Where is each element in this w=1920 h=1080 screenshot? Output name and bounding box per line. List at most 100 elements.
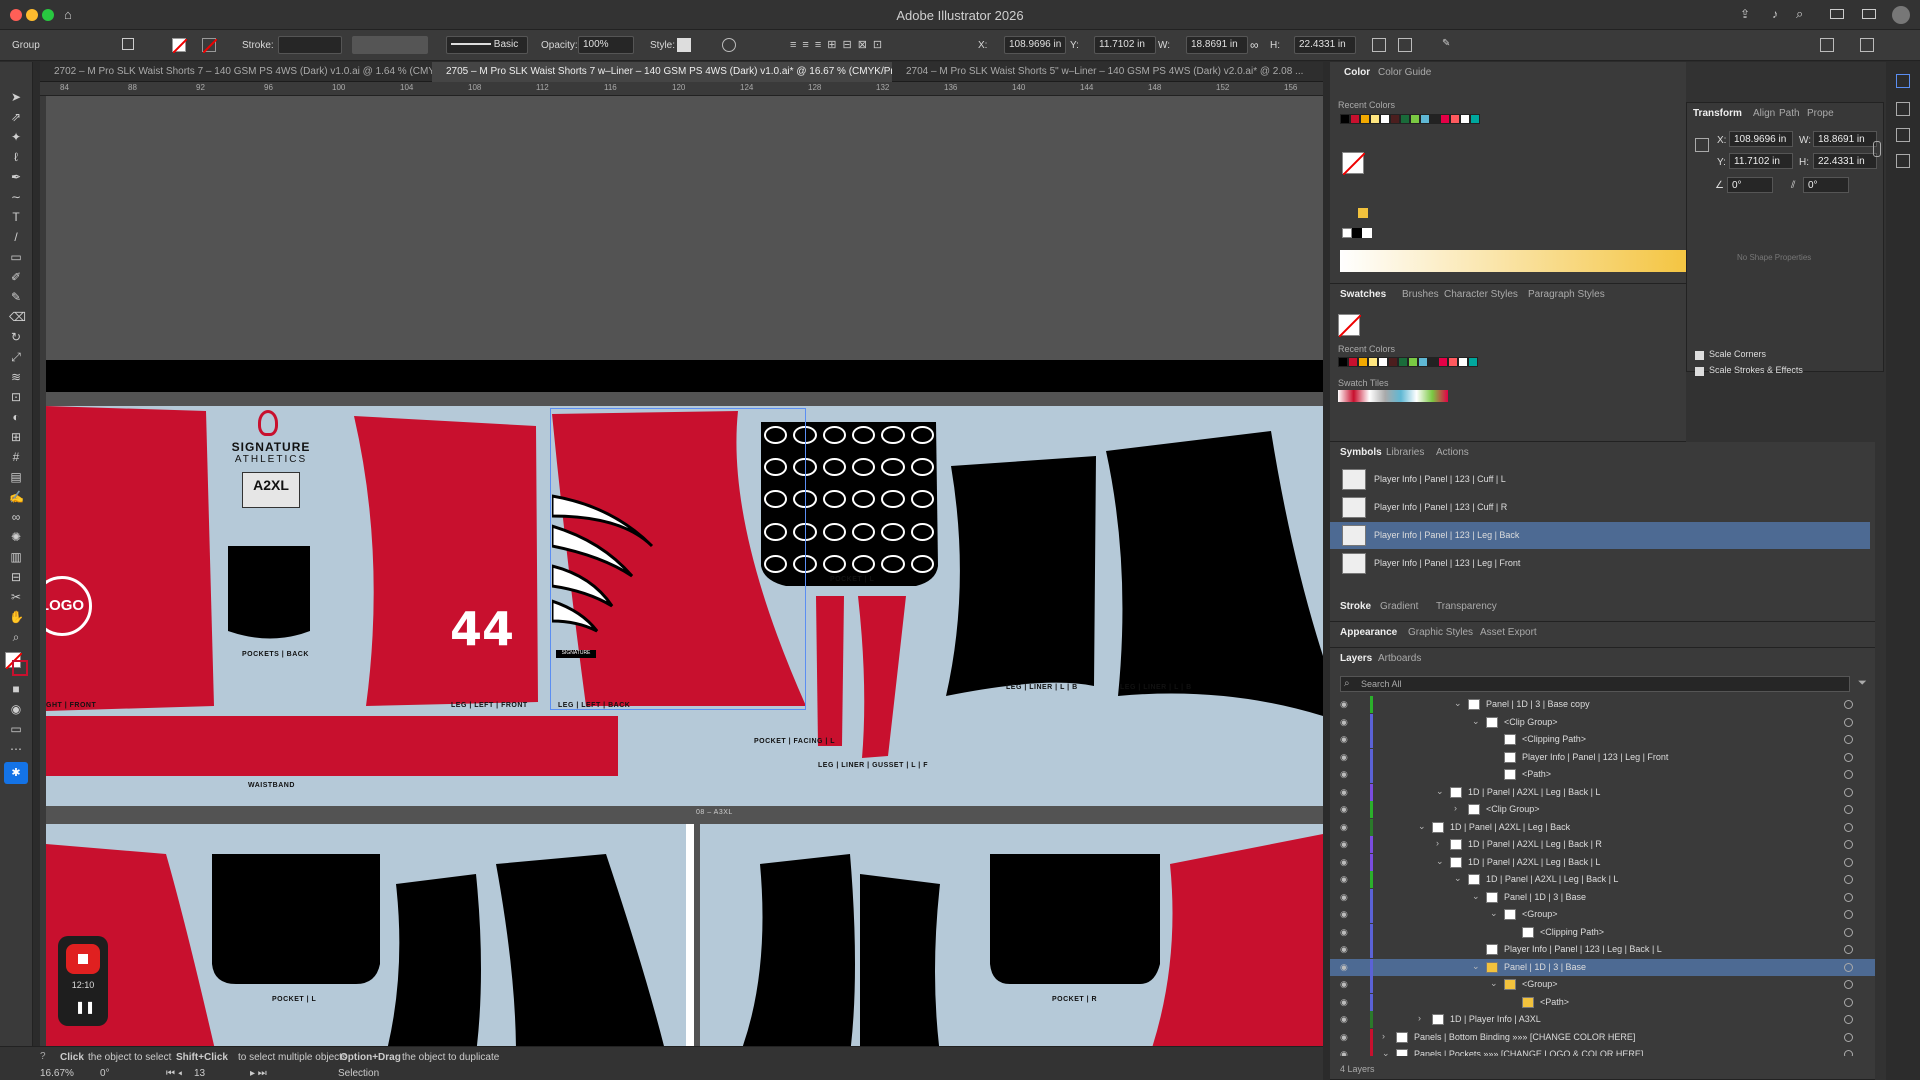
stroke-swatch[interactable] xyxy=(202,38,218,54)
tab-actions[interactable]: Actions xyxy=(1436,447,1469,458)
free-transform-tool-icon[interactable]: ⊡ xyxy=(9,390,23,404)
tab-swatches[interactable]: Swatches xyxy=(1340,289,1386,300)
eraser-tool-icon[interactable]: ⌫ xyxy=(9,310,26,324)
filter-icon[interactable]: ⏷ xyxy=(1858,677,1867,690)
w-input[interactable]: 18.8691 in xyxy=(1186,36,1248,54)
transform-x-input[interactable]: 108.9696 in xyxy=(1729,131,1793,147)
artboard-canvas[interactable]: SIGNATURE ATHLETICS A2XL LOGO 44 SIGNATU… xyxy=(46,96,1323,1046)
rotation-value[interactable]: 0° xyxy=(100,1068,110,1079)
layer-row[interactable]: ◉ ⌄ <Group> xyxy=(1330,906,1875,923)
symbol-item[interactable]: Player Info | Panel | 123 | Cuff | R xyxy=(1330,494,1670,521)
magic-wand-tool-icon[interactable]: ✦ xyxy=(9,130,23,144)
color-swatch[interactable] xyxy=(1440,114,1450,124)
target-icon[interactable] xyxy=(1844,1050,1853,1056)
symbol-item-selected[interactable]: Player Info | Panel | 123 | Leg | Back xyxy=(1330,522,1870,549)
shear-input[interactable]: 0° xyxy=(1803,177,1849,193)
expand-arrow-icon[interactable]: › xyxy=(1436,838,1439,848)
scale-strokes-checkbox[interactable] xyxy=(1695,367,1704,376)
color-swatch[interactable] xyxy=(1448,357,1458,367)
tab-asset-export[interactable]: Asset Export xyxy=(1480,627,1537,638)
tab-paragraph-styles[interactable]: Paragraph Styles xyxy=(1528,289,1605,300)
layer-row[interactable]: ◉ ⌄ Panels | Pockets »»» [CHANGE LOGO & CO… xyxy=(1330,1046,1875,1056)
color-swatch[interactable] xyxy=(1370,114,1380,124)
help-icon[interactable]: ? xyxy=(40,1051,46,1062)
shape-builder-tool-icon[interactable]: ◐ xyxy=(9,410,23,424)
color-swatch[interactable] xyxy=(1390,114,1400,124)
eye-icon[interactable]: ◉ xyxy=(1340,717,1350,727)
expand-arrow-icon[interactable]: ⌄ xyxy=(1436,786,1444,797)
target-icon[interactable] xyxy=(1844,857,1853,867)
screen-mode-icon[interactable]: ▭ xyxy=(9,722,23,736)
layer-row[interactable]: ◉ Player Info | Panel | 123 | Leg | Back … xyxy=(1330,941,1875,958)
tab-align[interactable]: Align xyxy=(1753,108,1775,119)
expand-arrow-icon[interactable]: ⌄ xyxy=(1472,891,1480,902)
reference-point-icon[interactable] xyxy=(1695,138,1709,152)
color-mode-icon[interactable]: ■ xyxy=(9,682,23,696)
color-swatch[interactable] xyxy=(1378,357,1388,367)
artboard-bottom-left[interactable]: POCKET | L xyxy=(46,824,686,1046)
target-icon[interactable] xyxy=(1844,980,1853,989)
layer-row[interactable]: ◉ <Path> xyxy=(1330,993,1875,1011)
black-swatch[interactable] xyxy=(1352,228,1362,238)
width-tool-icon[interactable]: ≋ xyxy=(9,370,23,384)
layers-search-input[interactable]: Search All xyxy=(1340,676,1850,692)
color-swatch[interactable] xyxy=(1398,357,1408,367)
tab-gradient[interactable]: Gradient xyxy=(1380,601,1418,612)
eye-icon[interactable]: ◉ xyxy=(1340,927,1350,937)
mesh-tool-icon[interactable]: # xyxy=(9,450,23,464)
last-color-swatch[interactable] xyxy=(1358,208,1368,218)
panel-menu-icon[interactable] xyxy=(1820,38,1834,52)
color-swatch[interactable] xyxy=(1348,357,1358,367)
expand-arrow-icon[interactable]: ⌄ xyxy=(1436,856,1444,867)
target-icon[interactable] xyxy=(1844,717,1853,727)
none-swatch[interactable] xyxy=(1342,228,1352,238)
generative-ai-icon[interactable]: ✱ xyxy=(4,762,28,784)
color-swatch[interactable] xyxy=(1360,114,1370,124)
expand-arrow-icon[interactable]: ⌄ xyxy=(1472,961,1480,972)
x-input[interactable]: 108.9696 in xyxy=(1004,36,1066,54)
tab-transform[interactable]: Transform xyxy=(1693,108,1742,119)
column-graph-tool-icon[interactable]: ▥ xyxy=(9,550,23,564)
target-icon[interactable] xyxy=(1844,787,1853,797)
fill-swatch[interactable] xyxy=(172,38,188,54)
bell-icon[interactable]: ♪ xyxy=(1772,7,1778,21)
isolate-icon[interactable] xyxy=(122,38,134,50)
expand-arrow-icon[interactable]: › xyxy=(1382,1031,1385,1041)
tab-layers[interactable]: Layers xyxy=(1340,653,1372,664)
target-icon[interactable] xyxy=(1844,1032,1853,1042)
white-swatch[interactable] xyxy=(1362,228,1372,238)
expand-arrow-icon[interactable]: ⌄ xyxy=(1454,698,1462,709)
target-icon[interactable] xyxy=(1844,735,1853,744)
perspective-grid-tool-icon[interactable]: ⊞ xyxy=(9,430,23,444)
stroke-color-icon[interactable] xyxy=(12,660,28,676)
workspace-icon[interactable] xyxy=(1830,9,1844,19)
color-swatch[interactable] xyxy=(1388,357,1398,367)
target-icon[interactable] xyxy=(1844,1015,1853,1024)
more-tools-icon[interactable]: ⋯ xyxy=(9,742,23,756)
color-swatch[interactable] xyxy=(1408,357,1418,367)
layer-row[interactable]: ◉ ⌄ 1D | Panel | A2XL | Leg | Back | L xyxy=(1330,853,1875,871)
shaper-tool-icon[interactable]: ✎ xyxy=(9,290,23,304)
constrain-proportions-icon[interactable] xyxy=(1873,141,1881,157)
search-icon[interactable]: ⌕ xyxy=(1796,6,1803,22)
tab-artboards[interactable]: Artboards xyxy=(1378,653,1421,664)
layer-row[interactable]: ◉ <Clipping Path> xyxy=(1330,923,1875,941)
tab-symbols[interactable]: Symbols xyxy=(1340,447,1382,458)
layer-row[interactable]: ◉ ⌄ 1D | Panel | A2XL | Leg | Back | L xyxy=(1330,783,1875,801)
eye-icon[interactable]: ◉ xyxy=(1340,734,1350,744)
stroke-style-select[interactable]: Basic xyxy=(446,36,528,54)
tab-libraries[interactable]: Libraries xyxy=(1386,447,1424,458)
color-swatch[interactable] xyxy=(1410,114,1420,124)
eye-icon[interactable]: ◉ xyxy=(1340,752,1350,762)
color-swatch[interactable] xyxy=(1450,114,1460,124)
direct-selection-tool-icon[interactable]: ⇗ xyxy=(9,110,23,124)
symbol-item[interactable]: Player Info | Panel | 123 | Leg | Front xyxy=(1330,550,1670,577)
document-tab-2704[interactable]: 2704 – M Pro SLK Waist Shorts 5" w–Liner… xyxy=(892,62,1323,82)
symbol-sprayer-tool-icon[interactable]: ✺ xyxy=(9,530,23,544)
h-input[interactable]: 22.4331 in xyxy=(1294,36,1356,54)
color-swatch[interactable] xyxy=(1340,114,1350,124)
layer-row[interactable]: ◉ ⌄ Panel | 1D | 3 | Base xyxy=(1330,888,1875,906)
artboard-bottom-right[interactable]: POCKET | R xyxy=(700,824,1323,1046)
color-swatch[interactable] xyxy=(1350,114,1360,124)
transform-w-input[interactable]: 18.8691 in xyxy=(1813,131,1877,147)
